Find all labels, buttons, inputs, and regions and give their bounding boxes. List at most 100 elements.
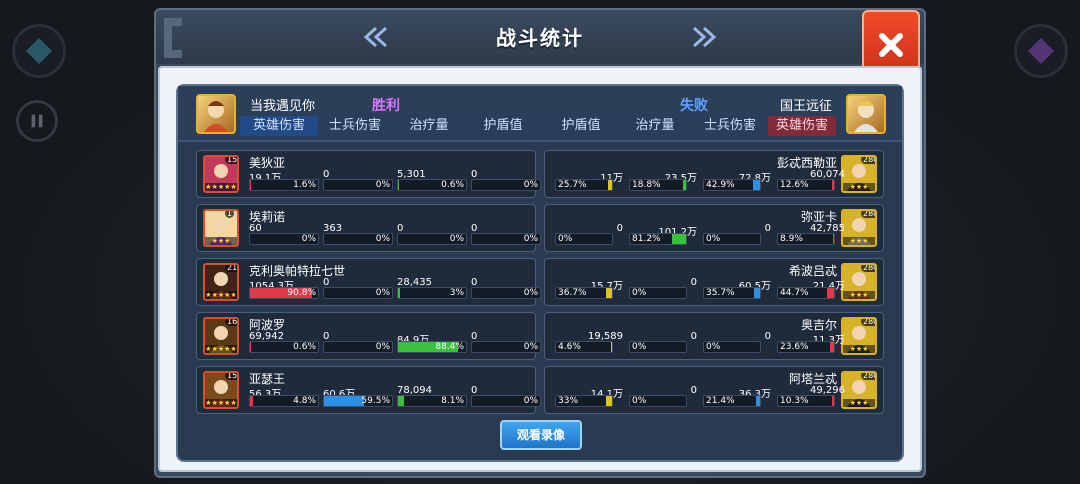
- hero-stars: ★★★★★: [205, 345, 237, 353]
- stat-bar: 88.4%: [397, 341, 467, 353]
- stat-percent: 0%: [375, 342, 390, 352]
- hero-level: 280: [861, 319, 875, 326]
- stat-percent: 0%: [523, 234, 538, 244]
- stat-percent: 8.1%: [441, 396, 464, 406]
- stat-bar-fill: [826, 288, 834, 298]
- tab-right-soldier-damage: 士兵伤害: [692, 116, 768, 136]
- stat-percent: 10.3%: [780, 396, 809, 406]
- hero-portrait[interactable]: 280 ★★★: [841, 209, 877, 247]
- stat-bar: 1.6%: [249, 179, 319, 191]
- hero-stars: ★★★: [205, 237, 237, 245]
- right-faction-icon[interactable]: [1014, 24, 1068, 78]
- pause-button[interactable]: [16, 100, 58, 142]
- close-icon: [879, 33, 903, 57]
- stat-bar-fill: [398, 396, 404, 406]
- right-hero-row: 280★★★弥亚卡00%101.2万81.2%00%42,7858.9%: [544, 204, 884, 252]
- stat-percent: 88.4%: [435, 342, 464, 352]
- hero-stars: ★★★: [843, 183, 875, 191]
- stat-bar-fill: [754, 288, 760, 298]
- hero-stars: ★★★: [843, 399, 875, 407]
- stat-percent: 3%: [449, 288, 464, 298]
- stat-percent: 0%: [375, 288, 390, 298]
- hero-portrait[interactable]: 280 ★★★: [841, 371, 877, 409]
- stat-bar-fill: [607, 180, 612, 190]
- stat-bar-fill: [830, 342, 834, 352]
- hero-portrait[interactable]: 219 ★★★★★: [203, 263, 239, 301]
- right-result: 失败: [680, 98, 708, 114]
- stat-bar-fill: [832, 396, 834, 406]
- stat-bar-fill: [682, 180, 686, 190]
- stat-bar-fill: [605, 288, 612, 298]
- right-player-avatar: [846, 94, 886, 134]
- stat-percent: 44.7%: [780, 288, 809, 298]
- stat-bar: 59.5%: [323, 395, 393, 407]
- watch-replay-button[interactable]: 观看录像: [500, 420, 582, 450]
- stat-bar: 0%: [471, 287, 541, 299]
- stat-percent: 12.6%: [780, 180, 809, 190]
- stat-bar: 33%: [555, 395, 613, 407]
- stat-percent: 42.9%: [706, 180, 735, 190]
- stat-bar: 0%: [555, 233, 613, 245]
- hero-stars: ★★★★★: [205, 291, 237, 299]
- stat-percent: 0%: [301, 234, 316, 244]
- stat-bar: 0%: [703, 233, 761, 245]
- stat-percent: 0%: [523, 288, 538, 298]
- left-hero-row: 159★★★★★亚瑟王56.3万4.8%60.6万59.5%78,0948.1%…: [196, 366, 541, 414]
- hero-portrait[interactable]: 280 ★★★: [841, 263, 877, 301]
- hero-portrait[interactable]: 1 ★★★: [203, 209, 239, 247]
- stat-bar: 42.9%: [703, 179, 761, 191]
- stat-percent: 0%: [706, 234, 721, 244]
- stat-bar: 0%: [323, 179, 393, 191]
- stat-bar: 0%: [323, 287, 393, 299]
- hero-portrait[interactable]: 159 ★★★★★: [203, 155, 239, 193]
- right-hero-row: 280★★★阿塔兰忒14.1万33%00%36.3万21.4%49,29610.…: [544, 366, 884, 414]
- stat-percent: 0%: [375, 234, 390, 244]
- stat-percent: 0%: [632, 396, 647, 406]
- stat-bar: 0.6%: [397, 179, 467, 191]
- stat-bar: 0%: [703, 341, 761, 353]
- hero-level: 160: [225, 319, 237, 326]
- stat-bar-fill: [324, 396, 365, 406]
- stat-percent: 0%: [558, 234, 573, 244]
- hero-portrait[interactable]: 160 ★★★★★: [203, 317, 239, 355]
- left-stat-tabs: 英雄伤害 士兵伤害 治疗量 护盾值: [240, 116, 540, 136]
- stat-bar-fill: [752, 180, 760, 190]
- right-hero-row: 280★★★奥吉尔19,5894.6%00%00%11.3万23.6%: [544, 312, 884, 360]
- right-hero-row: 280★★★希波吕忒15.7万36.7%00%60.5万35.7%21.4万44…: [544, 258, 884, 306]
- stat-bar-fill: [672, 234, 686, 244]
- hero-portrait[interactable]: 280 ★★★: [841, 155, 877, 193]
- left-hero-row: 219★★★★★克利奥帕特拉七世1054.3万90.8%00%28,4353%0…: [196, 258, 541, 306]
- stat-bar-fill: [398, 288, 401, 298]
- left-faction-icon[interactable]: [12, 24, 66, 78]
- stat-percent: 33%: [558, 396, 579, 406]
- left-hero-row: 160★★★★★阿波罗69,9420.6%00%84.9万88.4%00%: [196, 312, 541, 360]
- tab-right-hero-damage: 英雄伤害: [768, 116, 836, 136]
- stat-bar-fill: [832, 234, 834, 244]
- stat-bar-fill: [756, 396, 760, 406]
- right-player-name: 国王远征: [780, 99, 833, 114]
- stat-bar: 12.6%: [777, 179, 835, 191]
- stat-percent: 23.6%: [780, 342, 809, 352]
- content-area: 当我遇见你 胜利 英雄伤害 士兵伤害 治疗量 护盾值 失败 国王远征 护盾值 治…: [158, 66, 922, 472]
- stat-percent: 4.8%: [293, 396, 316, 406]
- stat-bar-fill: [606, 396, 612, 406]
- battle-stats-dialog: 战斗统计 当我遇见你 胜利 英雄伤害 士兵伤害 治疗量 护盾值 失败 国王远征: [154, 8, 926, 478]
- stat-percent: 0.6%: [441, 180, 464, 190]
- stat-bar: 36.7%: [555, 287, 613, 299]
- stat-bar: 23.6%: [777, 341, 835, 353]
- hero-level: 1: [225, 209, 235, 218]
- stat-percent: 0%: [523, 180, 538, 190]
- hero-stars: ★★★★★: [205, 399, 237, 407]
- stat-bar-fill: [831, 180, 834, 190]
- stat-percent: 90.8%: [287, 288, 316, 298]
- hero-level: 280: [861, 373, 875, 380]
- hero-level: 159: [225, 157, 237, 164]
- stat-percent: 0%: [375, 180, 390, 190]
- hero-portrait[interactable]: 280 ★★★: [841, 317, 877, 355]
- stat-bar: 4.8%: [249, 395, 319, 407]
- hero-portrait[interactable]: 159 ★★★★★: [203, 371, 239, 409]
- stat-bar: 0%: [323, 233, 393, 245]
- hero-stars: ★★★: [843, 345, 875, 353]
- stat-bar: 0.6%: [249, 341, 319, 353]
- stat-bar: 25.7%: [555, 179, 613, 191]
